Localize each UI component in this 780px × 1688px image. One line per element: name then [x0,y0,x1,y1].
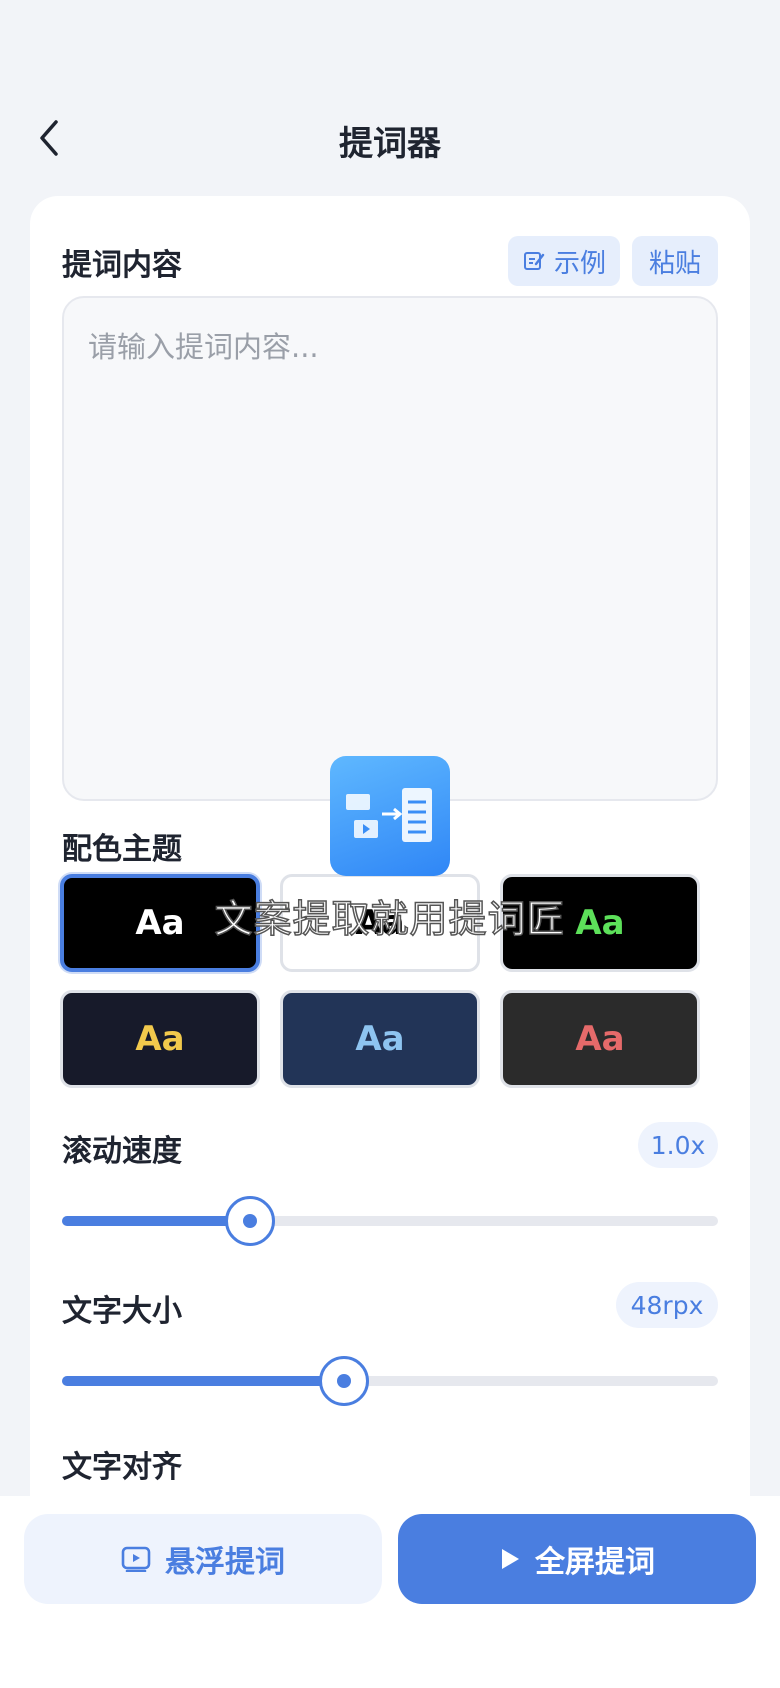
theme-sample-text: Aa [575,1019,625,1059]
speed-label: 滚动速度 [62,1134,182,1169]
slider-thumb-dot [243,1214,258,1228]
fullscreen-prompt-button[interactable]: 全屏提词 [398,1514,756,1604]
header: 提词器 [0,100,780,180]
speed-value-badge: 1.0x [638,1122,718,1168]
app-logo-watermark [330,756,450,876]
theme-option[interactable]: Aa [280,990,480,1088]
slider-thumb-dot [337,1374,352,1388]
float-prompt-label: 悬浮提词 [165,1545,285,1580]
font-size-label: 文字大小 [62,1294,182,1329]
speed-slider-thumb[interactable] [225,1196,276,1246]
font-size-value-badge: 48rpx [616,1282,718,1328]
font-size-slider-fill [62,1376,345,1386]
document-convert-icon [346,788,432,842]
page-title: 提词器 [339,124,441,164]
paste-button[interactable]: 粘贴 [632,236,718,286]
watermark-caption: 文案提取就用提词匠 [214,896,566,942]
speed-slider-fill [62,1216,251,1226]
theme-section-title: 配色主题 [62,832,182,867]
fullscreen-prompt-label: 全屏提词 [535,1545,655,1580]
theme-option[interactable]: Aa [60,990,260,1088]
font-size-slider-thumb[interactable] [319,1356,370,1406]
align-label: 文字对齐 [62,1450,182,1485]
video-icon [121,1546,151,1572]
play-icon [502,1549,519,1569]
theme-option[interactable]: Aa [500,990,700,1088]
bottom-action-bar: 悬浮提词 全屏提词 [0,1496,780,1688]
theme-sample-text: Aa [135,1019,185,1059]
content-section-title: 提词内容 [62,248,182,283]
font-size-slider[interactable] [62,1356,718,1406]
speed-slider[interactable] [62,1196,718,1246]
example-button[interactable]: 示例 [508,236,620,286]
float-prompt-button[interactable]: 悬浮提词 [24,1514,382,1604]
example-button-label: 示例 [553,248,606,279]
theme-sample-text: Aa [355,1019,405,1059]
paste-button-label: 粘贴 [648,248,701,279]
edit-icon [523,252,545,270]
content-input-wrap [62,296,718,801]
content-input[interactable] [64,298,716,799]
